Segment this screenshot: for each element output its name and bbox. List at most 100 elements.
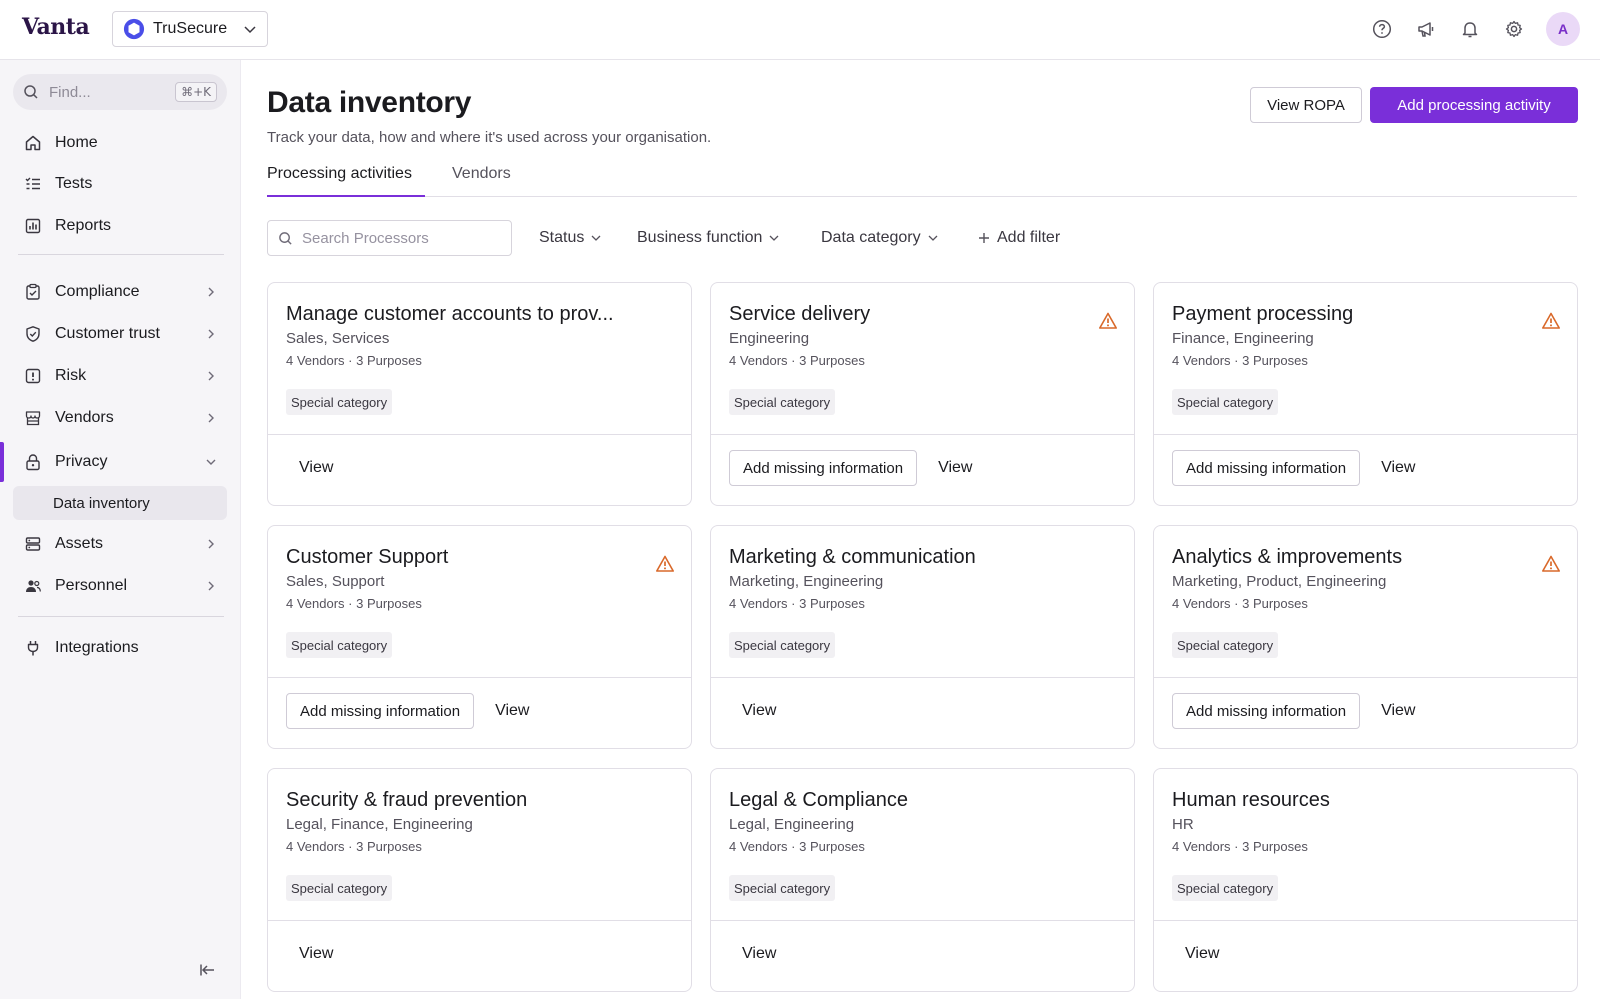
user-avatar[interactable]: A <box>1546 12 1580 46</box>
collapse-sidebar-button[interactable] <box>196 958 220 982</box>
business-function-filter[interactable]: Business function <box>637 220 780 256</box>
sidebar-search[interactable]: Find... ⌘+K <box>13 74 227 110</box>
announcements-button[interactable] <box>1412 15 1440 43</box>
reports-icon <box>23 216 43 236</box>
chevron-down-icon <box>769 235 779 241</box>
processor-search-input[interactable] <box>302 229 492 247</box>
processing-activity-card[interactable]: Marketing & communication Marketing, Engi… <box>710 525 1135 749</box>
notifications-button[interactable] <box>1456 15 1484 43</box>
top-bar: Vanta TruSecure A <box>0 0 1600 60</box>
add-processing-activity-button[interactable]: Add processing activity <box>1370 87 1578 123</box>
org-logo-icon <box>123 18 145 40</box>
sidebar-item-home[interactable]: Home <box>13 125 227 161</box>
tab-vendors[interactable]: Vendors <box>452 165 511 197</box>
view-button[interactable]: View <box>1368 693 1428 729</box>
processing-activity-card[interactable]: Legal & Compliance Legal, Engineering 4 Ve… <box>710 768 1135 992</box>
collapse-icon <box>200 964 214 976</box>
sidebar-subitem-data-inventory[interactable]: Data inventory <box>13 486 227 520</box>
view-button[interactable]: View <box>482 693 542 729</box>
card-divider <box>711 920 1134 921</box>
card-business-functions: Finance, Engineering <box>1172 330 1314 347</box>
page-title: Data inventory <box>267 86 472 119</box>
card-meta: 4 Vendors · 3 Purposes <box>729 839 865 854</box>
special-category-tag: Special category <box>286 875 393 901</box>
view-button[interactable]: View <box>729 936 789 972</box>
processing-activity-card[interactable]: Human resources HR 4 Vendors · 3 Purposes S… <box>1153 768 1578 992</box>
card-actions: View <box>286 936 346 972</box>
processing-activity-card[interactable]: Analytics & improvements Marketing, Produ… <box>1153 525 1578 749</box>
card-meta: 4 Vendors · 3 Purposes <box>729 353 865 368</box>
sidebar-search-placeholder: Find... <box>49 83 91 101</box>
processor-search[interactable] <box>267 220 512 256</box>
sidebar-item-privacy[interactable]: Privacy <box>13 444 227 480</box>
view-button[interactable]: View <box>286 450 346 486</box>
add-filter-button[interactable]: Add filter <box>977 220 1060 256</box>
view-button[interactable]: View <box>286 936 346 972</box>
card-actions: View <box>286 450 346 486</box>
view-ropa-button[interactable]: View ROPA <box>1250 87 1362 123</box>
sidebar-item-compliance[interactable]: Compliance <box>13 274 227 310</box>
special-category-tag: Special category <box>1172 632 1279 658</box>
processing-activity-card[interactable]: Service delivery Engineering 4 Vendors · 3… <box>710 282 1135 506</box>
status-filter[interactable]: Status <box>539 220 602 256</box>
processing-activity-card[interactable]: Manage customer accounts to prov... Sales… <box>267 282 692 506</box>
chevron-down-icon <box>928 235 938 241</box>
view-button[interactable]: View <box>1172 936 1232 972</box>
card-business-functions: Marketing, Engineering <box>729 573 884 590</box>
card-title: Security & fraud prevention <box>286 789 528 811</box>
sidebar-item-reports[interactable]: Reports <box>13 208 227 244</box>
sidebar-item-label: Integrations <box>55 639 139 656</box>
sidebar-item-integrations[interactable]: Integrations <box>13 630 227 666</box>
sidebar-item-vendors[interactable]: Vendors <box>13 400 227 436</box>
add-missing-information-button[interactable]: Add missing information <box>286 693 475 729</box>
settings-button[interactable] <box>1500 15 1528 43</box>
card-business-functions: Marketing, Product, Engineering <box>1172 573 1387 590</box>
sidebar-item-label: Customer trust <box>55 325 160 342</box>
sidebar-item-assets[interactable]: Assets <box>13 526 227 562</box>
view-button[interactable]: View <box>925 450 985 486</box>
data-category-filter-label: Data category <box>821 229 921 246</box>
filter-bar: Status Business function Data category A… <box>267 220 1577 256</box>
plus-icon <box>979 233 989 243</box>
lock-icon <box>23 452 43 472</box>
megaphone-icon <box>1418 22 1434 37</box>
server-icon <box>23 534 43 554</box>
view-button[interactable]: View <box>1368 450 1428 486</box>
card-actions: Add missing information View <box>286 693 542 729</box>
data-category-filter[interactable]: Data category <box>821 220 939 256</box>
help-button[interactable] <box>1368 15 1396 43</box>
chevron-right-icon <box>205 328 217 340</box>
add-missing-information-button[interactable]: Add missing information <box>729 450 918 486</box>
processing-activity-card[interactable]: Security & fraud prevention Legal, Financ… <box>267 768 692 992</box>
tab-processing-activities[interactable]: Processing activities <box>267 165 425 197</box>
sidebar-item-label: Risk <box>55 367 87 384</box>
sidebar-item-customer-trust[interactable]: Customer trust <box>13 316 227 352</box>
special-category-tag: Special category <box>1172 875 1279 901</box>
sidebar-item-label: Reports <box>55 217 112 234</box>
processing-activity-card[interactable]: Customer Support Sales, Support 4 Vendors … <box>267 525 692 749</box>
gear-icon <box>1505 20 1523 38</box>
sidebar-item-risk[interactable]: Risk <box>13 358 227 394</box>
view-button[interactable]: View <box>729 693 789 729</box>
add-missing-information-button[interactable]: Add missing information <box>1172 450 1361 486</box>
card-business-functions: Legal, Engineering <box>729 816 855 833</box>
vanta-logo[interactable]: Vanta <box>22 14 90 40</box>
sidebar-item-tests[interactable]: Tests <box>13 166 227 202</box>
org-name: TruSecure <box>153 20 228 37</box>
sidebar-item-personnel[interactable]: Personnel <box>13 568 227 604</box>
card-actions: Add missing information View <box>1172 450 1428 486</box>
page-subtitle: Track your data, how and where it's used… <box>267 129 712 146</box>
sidebar-item-label: Tests <box>55 175 93 192</box>
add-missing-information-button[interactable]: Add missing information <box>1172 693 1361 729</box>
card-divider <box>1154 920 1577 921</box>
processing-activity-card[interactable]: Payment processing Finance, Engineering 4 … <box>1153 282 1578 506</box>
search-icon <box>24 85 38 99</box>
org-switcher[interactable]: TruSecure <box>112 11 268 47</box>
chevron-down-icon <box>205 456 217 468</box>
special-category-tag: Special category <box>286 389 393 415</box>
card-meta: 4 Vendors · 3 Purposes <box>286 596 422 611</box>
help-icon <box>1372 19 1392 39</box>
card-meta: 4 Vendors · 3 Purposes <box>729 596 865 611</box>
card-business-functions: Legal, Finance, Engineering <box>286 816 473 833</box>
business-function-filter-label: Business function <box>637 229 763 246</box>
